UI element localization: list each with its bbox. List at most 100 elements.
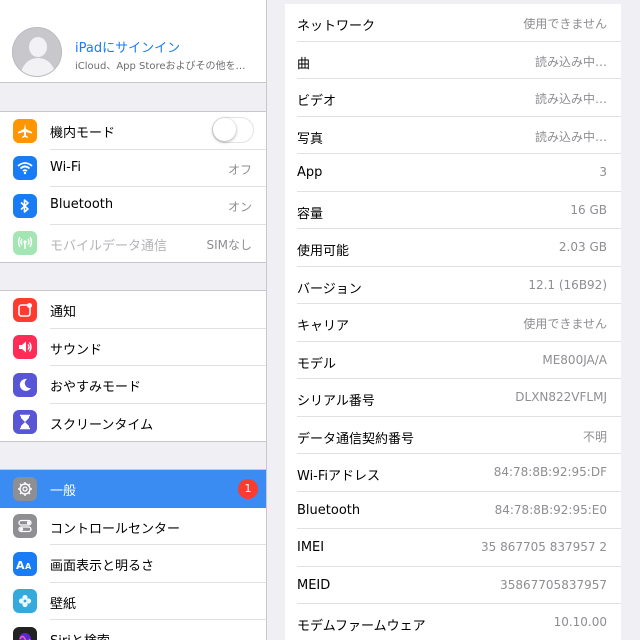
bluetooth-icon <box>13 193 37 218</box>
cellular-status: SIMなし <box>206 237 252 252</box>
bluetooth-status: オン <box>227 200 252 214</box>
about-row[interactable]: 容量 16 GB <box>285 192 621 229</box>
sidebar-item-label: おやすみモード <box>50 380 142 395</box>
siri-icon <box>13 626 37 640</box>
about-row[interactable]: 使用可能 2.03 GB <box>285 229 621 267</box>
about-row-label: データ通信契約番号 <box>297 431 415 447</box>
about-row-value: 読み込み中… <box>534 92 607 106</box>
about-row-label: IMEI <box>297 540 325 555</box>
notifications-group: 通知 サウンド おやすみモード スクリーンタイム <box>0 290 266 442</box>
about-row-label: モデムファームウェア <box>297 619 426 634</box>
about-row-label: 写真 <box>297 131 324 147</box>
about-row[interactable]: Wi-Fiアドレス 84:78:8B:92:95:DF <box>285 454 621 492</box>
about-row-value: 35 867705 837957 2 <box>481 540 607 554</box>
wallpaper-icon <box>13 589 37 613</box>
cellular-icon <box>13 231 37 255</box>
sidebar-item-label: モバイルデータ通信 <box>50 238 168 254</box>
about-row[interactable]: MEID 35867705837957 <box>285 567 621 604</box>
sidebar-item-airplane-mode[interactable]: 機内モード <box>0 112 266 150</box>
about-row-value: ME800JA/A <box>542 352 607 367</box>
avatar <box>12 27 62 77</box>
sidebar-item-label: スクリーンタイム <box>50 417 154 433</box>
about-row-label: バージョン <box>297 281 362 297</box>
about-row-label: 使用可能 <box>297 244 350 259</box>
sidebar-item-label: 画面表示と明るさ <box>50 559 155 574</box>
toggles-icon <box>13 514 37 538</box>
svg-text:A: A <box>25 562 32 571</box>
sidebar-item-label: Siriと検索 <box>50 630 110 640</box>
sidebar-item-wallpaper[interactable]: 壁紙 <box>0 583 266 620</box>
moon-icon <box>13 372 37 397</box>
about-list: ネットワーク 使用できません曲読み込み中… ビデオ 読み込み中… 写真 読み込み中… App… <box>285 4 621 640</box>
about-row-label: シリアル番号 <box>297 394 375 409</box>
about-row-value: 3 <box>599 165 607 179</box>
wifi-icon <box>13 156 37 180</box>
gear-icon <box>13 476 37 501</box>
sidebar-item-notifications[interactable]: 通知 <box>0 291 266 329</box>
about-row[interactable]: データ通信契約番号 不明 <box>285 417 621 454</box>
sidebar-item-label: 機内モード <box>50 126 116 141</box>
about-row[interactable]: IMEI 35 867705 837957 2 <box>285 529 621 567</box>
sidebar-item-wifi[interactable]: Wi-Fi オフ <box>0 150 266 187</box>
about-row[interactable]: キャリア 使用できません <box>285 304 621 342</box>
sidebar-item-siri[interactable]: Siriと検索 <box>0 620 266 640</box>
about-row-label: モデル <box>297 356 337 372</box>
sidebar-item-cellular[interactable]: モバイルデータ通信 SIMなし <box>0 225 266 263</box>
connectivity-group: 機内モード Wi-Fi オフ Bluetooth オン モバイルデータ通信 SI… <box>0 111 266 263</box>
about-row-label: ビデオ <box>297 94 337 109</box>
sidebar-item-label: Wi-Fi <box>50 159 82 175</box>
signin-title: iPadにサインイン <box>75 41 181 56</box>
about-row[interactable]: バージョン 12.1 (16B92) <box>285 267 621 304</box>
sidebar-item-general[interactable]: 一般 1 <box>0 470 266 508</box>
sidebar-item-bluetooth[interactable]: Bluetooth オン <box>0 187 266 225</box>
about-detail-pane: ネットワーク 使用できません曲読み込み中… ビデオ 読み込み中… 写真 読み込み中… App… <box>267 0 640 640</box>
sound-icon <box>13 335 37 359</box>
sidebar-item-label: サウンド <box>50 342 103 358</box>
about-row-value: 16 GB <box>570 202 607 217</box>
about-row-label: MEID <box>297 577 331 593</box>
about-row-value: 使用できません <box>523 17 607 31</box>
about-row[interactable]: モデル ME800JA/A <box>285 342 621 379</box>
about-row[interactable]: 曲 読み込み中… <box>285 42 621 79</box>
signin-subtitle: iCloud、App Storeおよびその他を… <box>75 61 246 72</box>
about-row[interactable]: ネットワーク 使用できません <box>285 4 621 42</box>
about-row-value: 84:78:8B:92:95:E0 <box>494 502 607 517</box>
about-row[interactable]: 写真 読み込み中… <box>285 117 621 154</box>
about-row[interactable]: モデムファームウェア 10.10.00 <box>285 604 621 640</box>
about-row[interactable]: App 3 <box>285 154 621 192</box>
about-row-label: キャリア <box>297 319 350 334</box>
about-row-label: ネットワーク <box>297 19 376 34</box>
sidebar-item-label: Bluetooth <box>50 197 114 212</box>
about-row[interactable]: Bluetooth 84:78:8B:92:95:E0 <box>285 492 621 529</box>
sidebar-item-label: 通知 <box>50 305 77 320</box>
airplane-icon <box>13 118 37 143</box>
about-row-label: Wi-Fiアドレス <box>297 469 381 484</box>
about-row-value: 読み込み中… <box>534 54 607 69</box>
update-badge: 1 <box>238 479 258 499</box>
notifications-icon <box>13 297 37 322</box>
about-row-label: Bluetooth <box>297 502 361 518</box>
about-row-value: 使用できません <box>523 317 607 331</box>
about-row[interactable]: シリアル番号 DLXN822VFLMJ <box>285 379 621 417</box>
sidebar-item-sounds[interactable]: サウンド <box>0 329 266 366</box>
about-row-value: 読み込み中… <box>534 129 607 144</box>
about-row-value: 10.10.00 <box>553 615 607 629</box>
about-row-value: 12.1 (16B92) <box>528 277 607 292</box>
sidebar-item-control-center[interactable]: コントロールセンター <box>0 508 266 545</box>
display-icon: AA <box>13 551 37 576</box>
hourglass-icon <box>13 410 37 434</box>
sidebar-item-label: 壁紙 <box>50 596 77 612</box>
apple-id-signin[interactable]: iPadにサインイン iCloud、App Storeおよびその他を… <box>0 0 266 83</box>
svg-text:A: A <box>16 559 25 571</box>
sidebar-item-label: コントロールセンター <box>50 521 181 537</box>
settings-sidebar: iPadにサインイン iCloud、App Storeおよびその他を… 機内モー… <box>0 0 266 640</box>
about-row-value: 不明 <box>582 429 607 444</box>
about-row-value: 2.03 GB <box>558 240 607 254</box>
about-row-label: 容量 <box>297 206 324 222</box>
sidebar-item-display[interactable]: AA 画面表示と明るさ <box>0 545 266 583</box>
about-row[interactable]: ビデオ 読み込み中… <box>285 79 621 117</box>
sidebar-item-do-not-disturb[interactable]: おやすみモード <box>0 366 266 404</box>
sidebar-item-screen-time[interactable]: スクリーンタイム <box>0 404 266 442</box>
airplane-mode-toggle[interactable] <box>212 117 254 143</box>
about-row-label: 曲 <box>297 56 311 72</box>
